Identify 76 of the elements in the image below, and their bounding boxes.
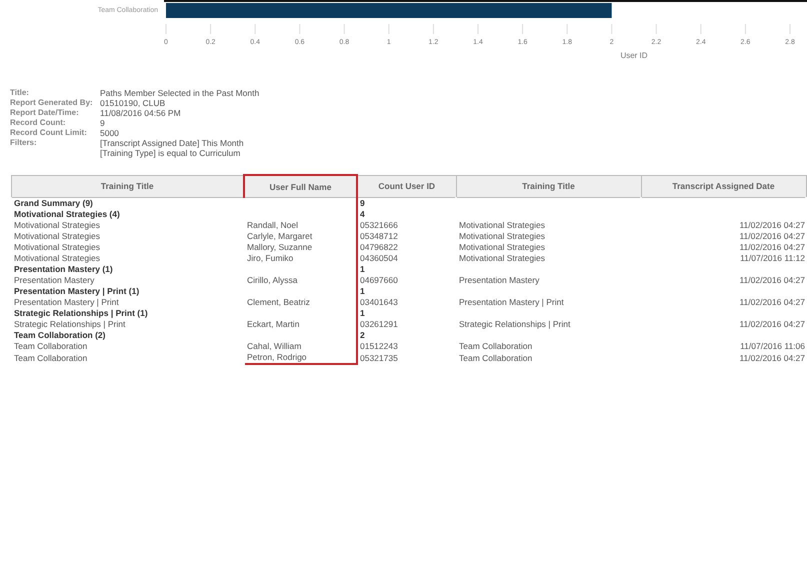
group-count: 1 [357,308,456,319]
table-cell: 03261291 [357,319,456,330]
table-cell: Mallory, Suzanne [244,242,357,253]
column-header: Count User ID [357,175,456,198]
column-header: Training Title [11,175,244,198]
info-value: [Training Type] is equal to Curriculum [100,148,242,158]
table-cell-text: Team Collaboration [458,352,534,364]
group-count: 1 [357,286,456,297]
table-cell-text: 11/07/2016 11:12 [739,253,806,264]
table-cell-text: 11/07/2016 11:06 [739,341,806,352]
group-title: Presentation Mastery (1) [13,264,114,275]
column-header: User Full Name [244,175,357,198]
table-cell: 04697660 [357,275,456,286]
group-title: Strategic Relationships | Print (1) [13,308,149,319]
table-cell-text: 11/02/2016 04:27 [738,275,806,286]
group-count: 9 [357,198,456,209]
table-cell-text: Presentation Mastery [458,275,540,286]
table-cell: 05348712 [357,231,456,242]
table-cell: Carlyle, Margaret [244,231,357,242]
table-cell: Petron, Rodrigo [244,352,357,364]
table-cell-text: 11/02/2016 04:27 [738,242,806,253]
table-cell: 05321666 [357,220,456,231]
table-cell-text: Motivational Strategies [458,220,546,231]
table-cell-text: Strategic Relationships | Print [13,319,126,330]
table-cell-text: 11/02/2016 04:27 [738,352,806,364]
info-label: Record Count Limit: [10,128,88,138]
group-count: 2 [357,330,456,341]
table-cell: 04796822 [357,242,456,253]
table-cell-text: Motivational Strategies [458,253,546,264]
table-cell-text: Team Collaboration [458,341,534,352]
group-title: Team Collaboration (2) [13,330,106,341]
info-value: 5000 [100,128,119,138]
table-cell-text: 11/02/2016 04:27 [738,220,806,231]
column-header: Transcript Assigned Date [641,175,806,198]
table-cell: Cahal, William [244,341,357,352]
group-title: Grand Summary (9) [11,198,244,209]
group-title: Motivational Strategies (4) [13,209,121,220]
group-count: 4 [357,209,456,220]
table-cell: 01512243 [357,341,456,352]
group-count: 1 [357,264,456,275]
table-cell-text: Motivational Strategies [458,242,546,253]
table-cell-text: Motivational Strategies [13,231,101,242]
group-title: Presentation Mastery | Print (1) [13,286,140,297]
table-cell-text: Presentation Mastery | Print [458,297,565,308]
table-cell-text: Team Collaboration [13,352,88,364]
table-cell: Eckart, Martin [244,319,357,330]
info-value: 9 [100,118,105,128]
info-label: Title: [10,88,30,98]
info-label: Report Date/Time: [10,108,80,118]
table-cell: 03401643 [357,297,456,308]
table-cell-text: Motivational Strategies [13,242,101,253]
table-cell: Jiro, Fumiko [244,253,357,264]
table-cell-text: Presentation Mastery [13,275,96,286]
table-cell: Randall, Noel [244,220,357,231]
table-cell: 04360504 [357,253,456,264]
table-cell-text: Motivational Strategies [458,231,546,242]
table-cell-text: Presentation Mastery | Print [13,297,120,308]
table-cell-text: Team Collaboration [13,341,88,352]
info-value: 01510190, CLUB [100,98,166,108]
table-cell: 05321735 [357,352,456,364]
table-cell-text: Motivational Strategies [13,253,101,264]
table-cell: Clement, Beatriz [244,297,357,308]
column-header: Training Title [456,175,641,198]
table-cell-text: 11/02/2016 04:27 [738,297,806,308]
info-value: [Transcript Assigned Date] This Month [100,138,244,148]
info-label: Filters: [10,138,38,149]
info-label: Report Generated By: [10,98,94,108]
table-cell-text: Motivational Strategies [13,220,101,231]
table-cell-text: Strategic Relationships | Print [458,319,572,330]
info-label: Record Count: [10,118,67,128]
table-cell-text: 11/02/2016 04:27 [738,231,806,242]
info-value: Paths Member Selected in the Past Month [100,88,260,98]
table-cell-text: 11/02/2016 04:27 [738,319,806,330]
table-cell: Cirillo, Alyssa [244,275,357,286]
axis-title: User ID [620,51,648,60]
info-value: 11/08/2016 04:56 PM [100,108,181,118]
